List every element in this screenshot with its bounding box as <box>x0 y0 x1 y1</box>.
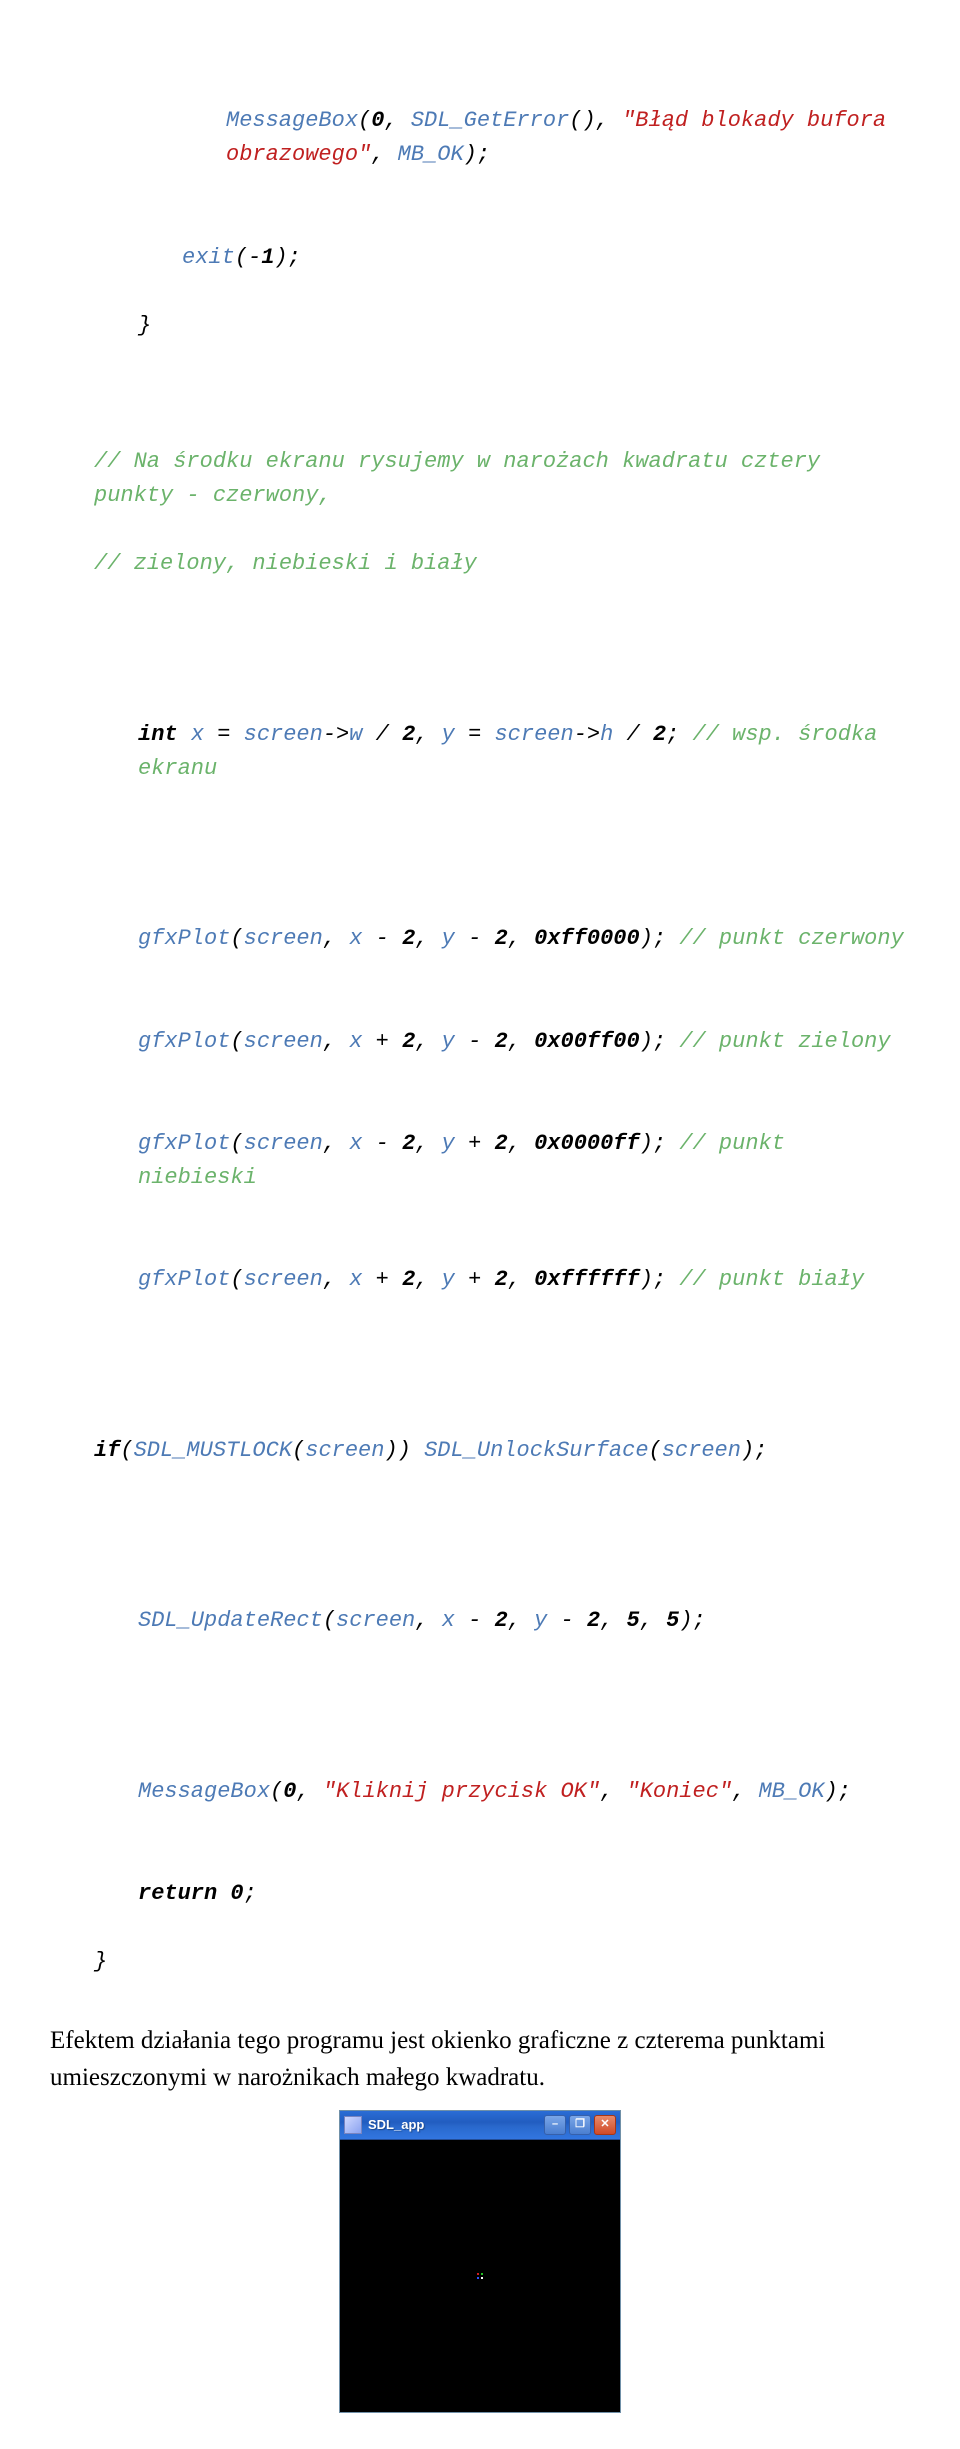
dot-green <box>481 2273 483 2275</box>
token: , <box>371 142 397 167</box>
token: , <box>384 108 410 133</box>
token: MB_OK <box>398 142 464 167</box>
token: } <box>138 313 151 338</box>
minimize-button[interactable]: – <box>544 2115 566 2135</box>
token: MessageBox <box>226 108 358 133</box>
client-area <box>340 2140 620 2412</box>
token: ( <box>358 108 371 133</box>
sdl-window: SDL_app – ❐ ✕ <box>339 2110 621 2413</box>
window-title: SDL_app <box>368 2115 544 2135</box>
comment: // Na środku ekranu rysujemy w narożach … <box>94 449 833 508</box>
token: ); <box>464 142 490 167</box>
dot-red <box>477 2273 479 2275</box>
token: 1 <box>261 245 274 270</box>
app-icon <box>344 2116 362 2134</box>
paragraph-result: Efektem działania tego programu jest oki… <box>50 2023 910 2096</box>
close-button[interactable]: ✕ <box>594 2115 616 2135</box>
keyword-return: return <box>138 1881 217 1906</box>
keyword-if: if <box>94 1438 120 1463</box>
token: ); <box>274 245 300 270</box>
dot-white <box>481 2277 483 2279</box>
token: (- <box>235 245 261 270</box>
maximize-button[interactable]: ❐ <box>569 2115 591 2135</box>
token: 0 <box>371 108 384 133</box>
comment: // zielony, niebieski i biały <box>94 551 477 576</box>
dot-blue <box>477 2277 479 2279</box>
code-block: MessageBox(0, SDL_GetError(), "Błąd blok… <box>50 36 910 2013</box>
token: exit <box>182 245 235 270</box>
token: (), <box>569 108 622 133</box>
token: SDL_GetError <box>411 108 569 133</box>
keyword-int: int <box>138 722 178 747</box>
titlebar[interactable]: SDL_app – ❐ ✕ <box>340 2111 620 2140</box>
